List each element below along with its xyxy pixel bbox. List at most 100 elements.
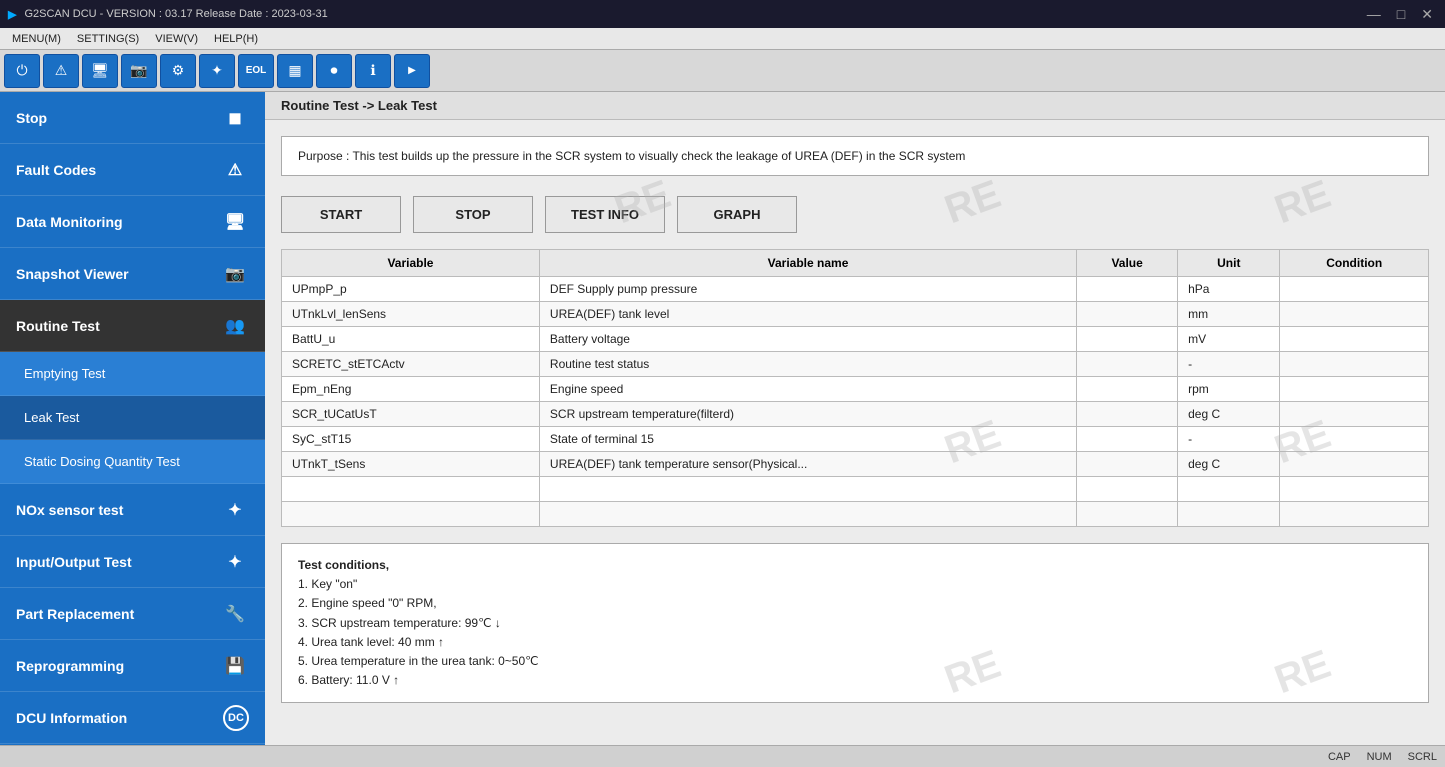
camera-icon[interactable]: 📷	[121, 54, 157, 88]
sidebar-item-reprogramming[interactable]: Reprogramming 💾	[0, 640, 265, 692]
io-icon: ✦	[221, 548, 249, 576]
sidebar-item-data-monitoring[interactable]: Data Monitoring 🖥	[0, 196, 265, 248]
stop-button[interactable]: STOP	[413, 196, 533, 233]
table-cell-value	[1077, 402, 1178, 427]
sidebar-item-leak-test[interactable]: Leak Test	[0, 396, 265, 440]
table-cell-variable_name: SCR upstream temperature(filterd)	[539, 402, 1076, 427]
star-icon[interactable]: ✦	[199, 54, 235, 88]
menu-item-help[interactable]: HELP(H)	[206, 31, 266, 47]
sidebar-item-data-monitoring-label: Data Monitoring	[16, 214, 123, 230]
table-cell-value	[1077, 427, 1178, 452]
close-button[interactable]: ✕	[1417, 6, 1437, 23]
table-row: SCRETC_stETCActvRoutine test status-	[282, 352, 1429, 377]
table-cell-value	[1077, 302, 1178, 327]
sidebar-item-dcu-info[interactable]: DCU Information DC	[0, 692, 265, 744]
table-cell-value	[1077, 352, 1178, 377]
menu-item-view[interactable]: VIEW(V)	[147, 31, 206, 47]
expand-icon[interactable]: ▶	[394, 54, 430, 88]
table-cell-value	[1077, 377, 1178, 402]
data-table: Variable Variable name Value Unit Condit…	[281, 249, 1429, 527]
table-row: UPmpP_pDEF Supply pump pressurehPa	[282, 277, 1429, 302]
sidebar-item-static-dosing-label: Static Dosing Quantity Test	[24, 454, 180, 469]
main-layout: Stop ◼ Fault Codes ⚠ Data Monitoring 🖥 S…	[0, 92, 1445, 745]
table-header-variable: Variable	[282, 250, 540, 277]
table-cell-variable: SCR_tUCatUsT	[282, 402, 540, 427]
info-icon[interactable]: ℹ	[355, 54, 391, 88]
sidebar-item-routine-test-label: Routine Test	[16, 318, 100, 334]
table-cell-variable_name: DEF Supply pump pressure	[539, 277, 1076, 302]
table-cell-value	[1077, 277, 1178, 302]
sidebar-item-io-test[interactable]: Input/Output Test ✦	[0, 536, 265, 588]
sidebar-item-dcu-label: DCU Information	[16, 710, 127, 726]
table-cell-unit: -	[1178, 352, 1280, 377]
purpose-text: Purpose : This test builds up the pressu…	[298, 149, 965, 163]
sidebar-item-fault-codes-label: Fault Codes	[16, 162, 96, 178]
table-cell-condition	[1280, 302, 1429, 327]
table-cell-unit: deg C	[1178, 402, 1280, 427]
table-row: SyC_stT15State of terminal 15-	[282, 427, 1429, 452]
sidebar-item-stop-label: Stop	[16, 110, 47, 126]
grid-icon[interactable]: ▦	[277, 54, 313, 88]
table-row-empty	[282, 477, 1429, 502]
table-cell-variable_name: Engine speed	[539, 377, 1076, 402]
table-cell-condition	[1280, 327, 1429, 352]
table-row: BattU_uBattery voltagemV	[282, 327, 1429, 352]
snapshot-icon: 📷	[221, 260, 249, 288]
start-button[interactable]: START	[281, 196, 401, 233]
minimize-button[interactable]: —	[1363, 6, 1385, 23]
reprogramming-icon: 💾	[221, 652, 249, 680]
table-cell-unit: rpm	[1178, 377, 1280, 402]
table-cell-value	[1077, 327, 1178, 352]
sidebar-item-nox-sensor[interactable]: NOx sensor test ✦	[0, 484, 265, 536]
rec-icon[interactable]: ⏺	[316, 54, 352, 88]
sidebar-item-stop[interactable]: Stop ◼	[0, 92, 265, 144]
graph-button[interactable]: GRAPH	[677, 196, 797, 233]
table-cell-variable: UTnkT_tSens	[282, 452, 540, 477]
sidebar: Stop ◼ Fault Codes ⚠ Data Monitoring 🖥 S…	[0, 92, 265, 745]
table-cell-condition	[1280, 402, 1429, 427]
sidebar-item-snapshot-viewer[interactable]: Snapshot Viewer 📷	[0, 248, 265, 300]
toolbar: ⏻ ⚠ 🖥 📷 ⚙ ✦ EOL ▦ ⏺ ℹ ▶	[0, 50, 1445, 92]
table-cell-unit: deg C	[1178, 452, 1280, 477]
menu-item-setting[interactable]: SETTING(S)	[69, 31, 147, 47]
sidebar-item-snapshot-label: Snapshot Viewer	[16, 266, 129, 282]
table-row: Epm_nEngEngine speed rpm	[282, 377, 1429, 402]
part-icon: 🔧	[221, 600, 249, 628]
table-cell-variable: BattU_u	[282, 327, 540, 352]
table-cell-variable_name: State of terminal 15	[539, 427, 1076, 452]
table-cell-unit: -	[1178, 427, 1280, 452]
warning-icon[interactable]: ⚠	[43, 54, 79, 88]
table-header-condition: Condition	[1280, 250, 1429, 277]
sidebar-item-io-label: Input/Output Test	[16, 554, 132, 570]
window-controls: — □ ✕	[1363, 6, 1437, 23]
table-cell-variable: UTnkLvl_lenSens	[282, 302, 540, 327]
routine-test-icon: 👥	[221, 312, 249, 340]
sidebar-item-routine-test[interactable]: Routine Test 👥	[0, 300, 265, 352]
sidebar-item-emptying-test[interactable]: Emptying Test	[0, 352, 265, 396]
app-title: G2SCAN DCU - VERSION : 03.17 Release Dat…	[24, 8, 327, 20]
table-cell-unit: hPa	[1178, 277, 1280, 302]
table-row-empty	[282, 502, 1429, 527]
power-icon[interactable]: ⏻	[4, 54, 40, 88]
sidebar-item-fault-codes[interactable]: Fault Codes ⚠	[0, 144, 265, 196]
table-cell-variable_name: Battery voltage	[539, 327, 1076, 352]
maximize-button[interactable]: □	[1393, 6, 1409, 23]
test-info-button[interactable]: TEST INFO	[545, 196, 665, 233]
settings-icon[interactable]: ⚙	[160, 54, 196, 88]
app-logo: ▶	[8, 8, 16, 21]
table-row: SCR_tUCatUsTSCR upstream temperature(fil…	[282, 402, 1429, 427]
menu-item-menu[interactable]: MENU(M)	[4, 31, 69, 47]
sidebar-item-eol[interactable]: EOL	[0, 744, 265, 745]
eol-icon[interactable]: EOL	[238, 54, 274, 88]
table-row: UTnkLvl_lenSensUREA(DEF) tank levelmm	[282, 302, 1429, 327]
nox-icon: ✦	[221, 496, 249, 524]
table-cell-unit: mm	[1178, 302, 1280, 327]
table-cell-variable_name: Routine test status	[539, 352, 1076, 377]
table-cell-variable: Epm_nEng	[282, 377, 540, 402]
table-row: UTnkT_tSensUREA(DEF) tank temperature se…	[282, 452, 1429, 477]
table-cell-variable_name: UREA(DEF) tank temperature sensor(Physic…	[539, 452, 1076, 477]
monitor-icon[interactable]: 🖥	[82, 54, 118, 88]
table-cell-value	[1077, 452, 1178, 477]
sidebar-item-part-replacement[interactable]: Part Replacement 🔧	[0, 588, 265, 640]
sidebar-item-static-dosing[interactable]: Static Dosing Quantity Test	[0, 440, 265, 484]
